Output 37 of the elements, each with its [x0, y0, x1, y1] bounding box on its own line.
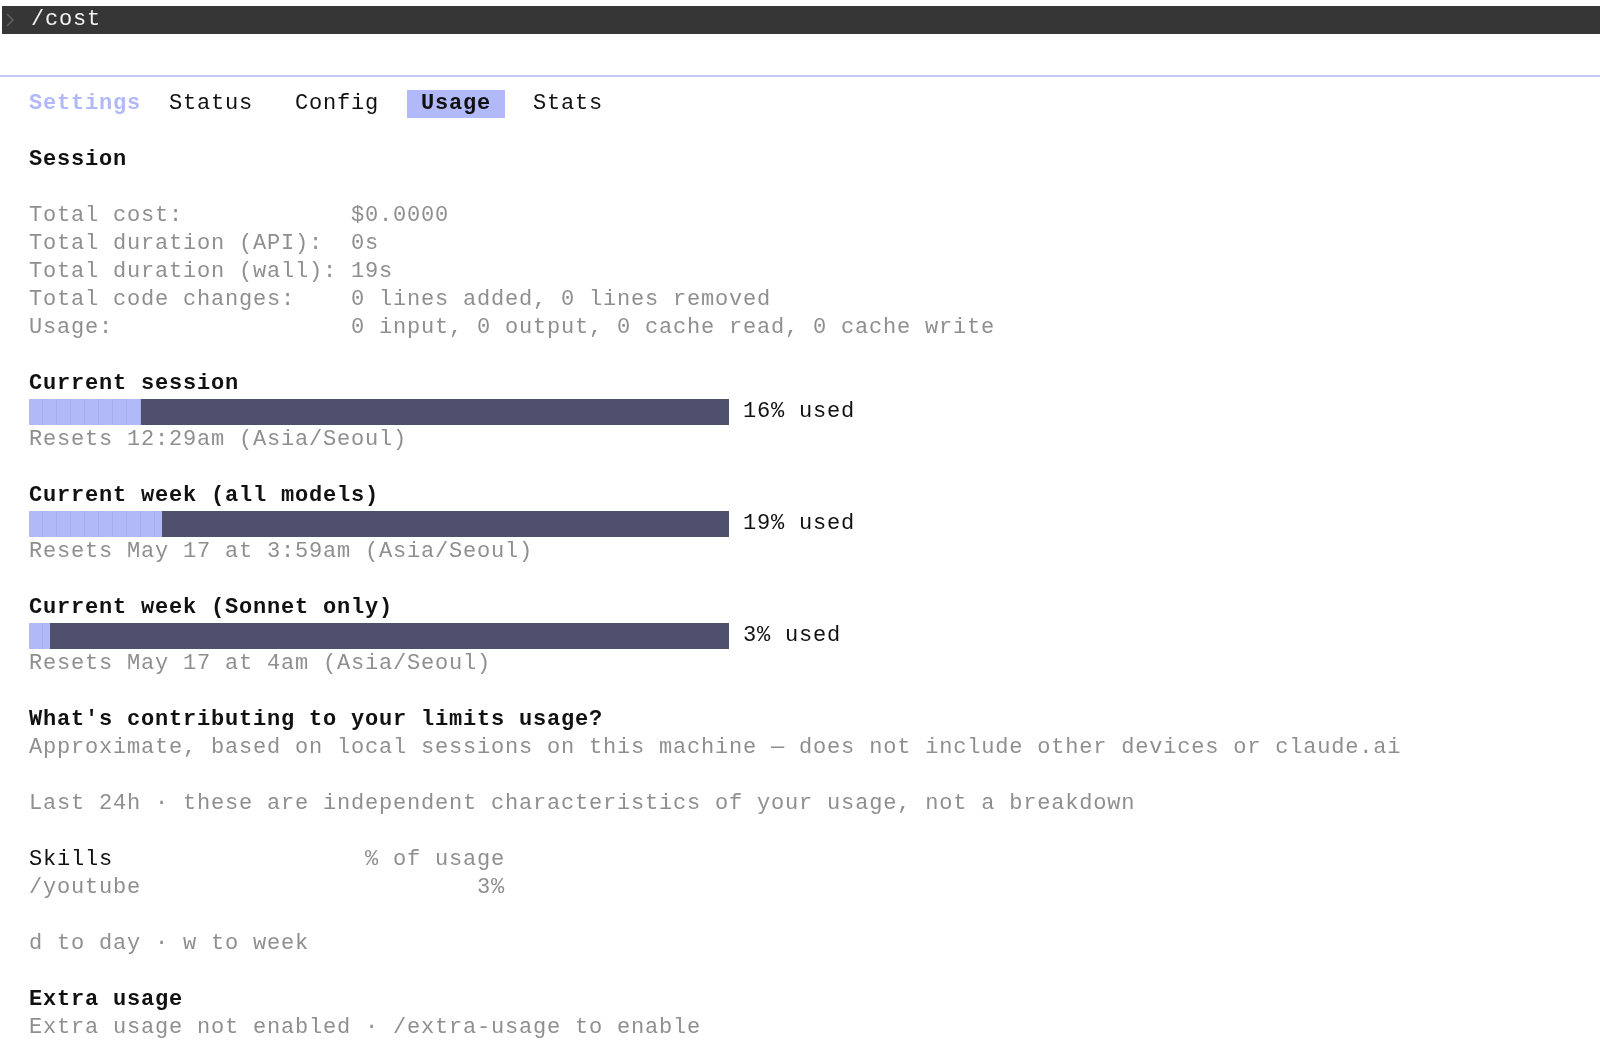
stat-value: 0s — [351, 230, 379, 258]
usage-reading: 19% used — [743, 510, 856, 538]
table-cell: /youtube — [29, 874, 142, 902]
limit-heading: Current week (all models) — [29, 482, 380, 510]
reset-time: Resets May 17 at 4am (Asia/Seoul) — [29, 650, 492, 678]
usage-reading: 3% used — [743, 622, 841, 650]
stat-label: Total duration (wall): — [29, 258, 338, 286]
column-header: Skills — [29, 846, 113, 874]
stat-label: Total cost: — [29, 202, 184, 230]
stat-label: Total code changes: — [29, 286, 296, 314]
column-header: % of usage — [364, 846, 505, 874]
stat-value: 0 lines added, 0 lines removed — [351, 286, 772, 314]
command-text: /cost — [31, 6, 101, 34]
limit-heading: Current session — [29, 370, 240, 398]
reset-time: Resets May 17 at 3:59am (Asia/Seoul) — [29, 538, 534, 566]
tab[interactable]: Usage — [407, 90, 506, 118]
stat-label: Total duration (API): — [29, 230, 324, 258]
tab[interactable]: Status — [155, 90, 268, 118]
reset-time: Resets 12:29am (Asia/Seoul) — [29, 426, 408, 454]
section-heading: What's contributing to your limits usage? — [29, 706, 604, 734]
chevron-icon — [6, 13, 14, 27]
usage-reading: 16% used — [743, 398, 856, 426]
panel-title: Settings — [29, 90, 142, 118]
stat-value: 19s — [351, 258, 393, 286]
note-text: Last 24h · these are independent characteristics of your usage, not a breakdown — [29, 790, 1136, 818]
stat-value: $0.0000 — [351, 202, 449, 230]
stat-value: 0 input, 0 output, 0 cache read, 0 cache write — [351, 314, 996, 342]
note-text: Extra usage not enabled · /extra-usage to enable — [29, 1014, 702, 1042]
limit-heading: Current week (Sonnet only) — [29, 594, 394, 622]
note-text: Approximate, based on local sessions on this machine — does not include other devices or claude.ai — [29, 734, 1402, 762]
tab[interactable]: Config — [281, 90, 394, 118]
stat-label: Usage: — [29, 314, 113, 342]
section-heading: Extra usage — [29, 986, 184, 1014]
tab[interactable]: Stats — [519, 90, 618, 118]
hint-text: d to day · w to week — [29, 930, 310, 958]
section-heading: Session — [29, 146, 127, 174]
table-cell: 3% — [477, 874, 505, 902]
